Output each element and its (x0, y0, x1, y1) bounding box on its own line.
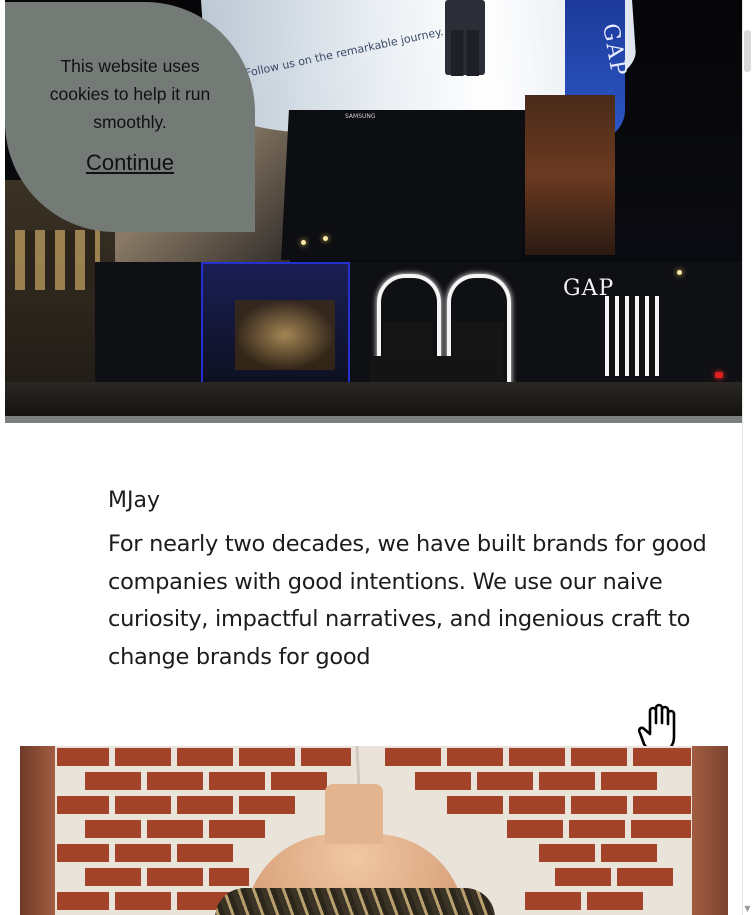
street-lamp (323, 236, 328, 241)
street (5, 382, 743, 416)
building-windows (15, 230, 100, 290)
samsung-logo: SAMSUNG (345, 113, 376, 120)
mannequin-neck (325, 784, 383, 844)
cookie-continue-link[interactable]: Continue (5, 150, 255, 176)
scrollbar-thumb[interactable] (744, 30, 751, 72)
scroll-down-arrow-icon[interactable]: ▼ (743, 904, 752, 913)
street-lamp (301, 240, 306, 245)
store-columns (605, 296, 660, 376)
brand-description: For nearly two decades, we have built br… (108, 531, 707, 670)
product-photo (20, 746, 728, 915)
sequin-dress (215, 888, 495, 915)
hero-divider (5, 416, 743, 423)
store-interior-glow (235, 300, 335, 370)
page-scrollbar[interactable]: ▼ (742, 0, 752, 915)
cookie-banner: This website uses cookies to help it run… (5, 2, 255, 232)
photo-edge-right (692, 746, 728, 915)
billboard-figure-legs (451, 30, 479, 76)
billboard-dark-band (281, 110, 529, 260)
photo-edge-left (20, 746, 55, 915)
billboard-screen-right (525, 95, 615, 255)
car-tail-light (715, 372, 723, 378)
street-lamp (677, 270, 682, 275)
brand-name: MJay (108, 488, 160, 513)
cookie-message: This website uses cookies to help it run… (49, 56, 211, 132)
